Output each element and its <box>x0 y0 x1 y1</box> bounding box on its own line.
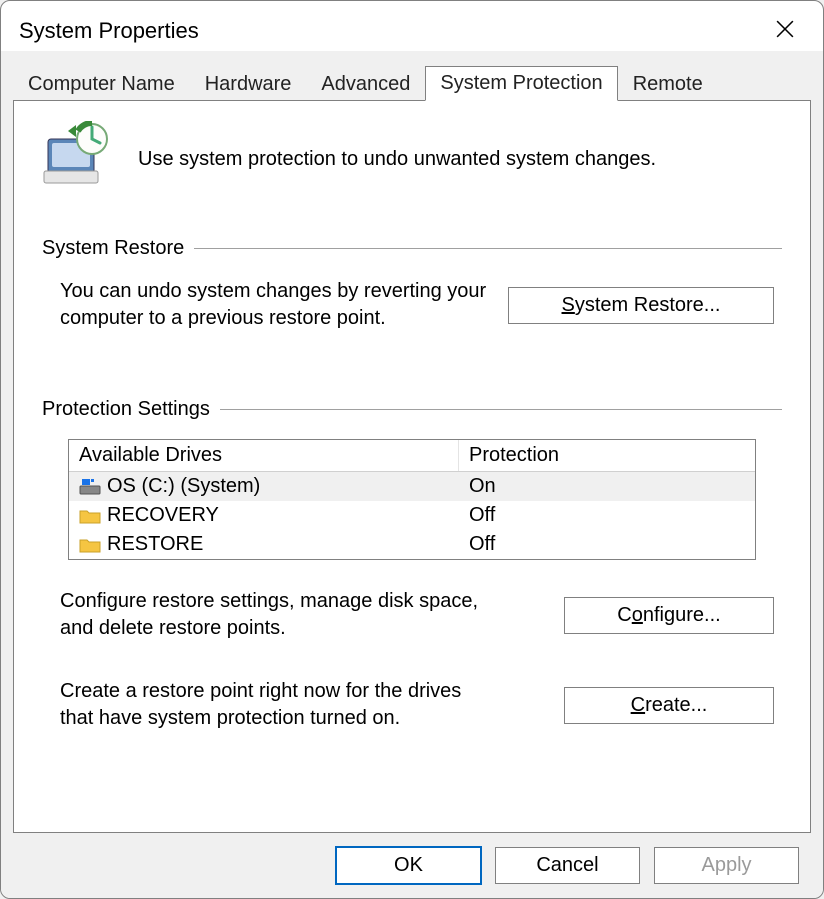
divider <box>220 409 782 410</box>
dialog-footer: OK Cancel Apply <box>13 833 811 884</box>
system-protection-panel: Use system protection to undo unwanted s… <box>13 100 811 833</box>
configure-description: Configure restore settings, manage disk … <box>60 588 490 642</box>
column-available-drives[interactable]: Available Drives <box>69 440 459 471</box>
intro-row: Use system protection to undo unwanted s… <box>42 121 782 197</box>
drive-status: Off <box>459 530 755 559</box>
section-title-protection: Protection Settings <box>42 398 210 421</box>
cancel-button[interactable]: Cancel <box>495 847 640 884</box>
tab-remote[interactable]: Remote <box>618 67 718 101</box>
drives-table[interactable]: Available Drives Protection OS (C:) (Sys… <box>68 439 756 560</box>
tab-computer-name[interactable]: Computer Name <box>13 67 190 101</box>
close-icon <box>776 20 794 43</box>
intro-text: Use system protection to undo unwanted s… <box>138 148 656 171</box>
section-protection-settings-header: Protection Settings <box>42 398 782 421</box>
close-button[interactable] <box>765 11 805 51</box>
drive-row-restore[interactable]: RESTORE Off <box>69 530 755 559</box>
configure-row: Configure restore settings, manage disk … <box>42 588 782 642</box>
system-restore-button[interactable]: System Restore... <box>508 287 774 324</box>
drive-status: Off <box>459 501 755 530</box>
section-title-restore: System Restore <box>42 237 184 260</box>
folder-icon <box>79 507 101 525</box>
folder-icon <box>79 536 101 554</box>
drive-name: OS (C:) (System) <box>107 475 260 498</box>
disk-drive-icon <box>79 478 101 496</box>
tab-hardware[interactable]: Hardware <box>190 67 307 101</box>
ok-button[interactable]: OK <box>336 847 481 884</box>
drive-name: RESTORE <box>107 533 203 556</box>
drive-status: On <box>459 472 755 501</box>
create-button[interactable]: Create... <box>564 687 774 724</box>
tab-system-protection[interactable]: System Protection <box>425 66 617 101</box>
apply-button[interactable]: Apply <box>654 847 799 884</box>
tab-advanced[interactable]: Advanced <box>306 67 425 101</box>
tab-strip: Computer Name Hardware Advanced System P… <box>13 65 811 100</box>
drives-header: Available Drives Protection <box>69 440 755 472</box>
drive-row-os[interactable]: OS (C:) (System) On <box>69 472 755 501</box>
titlebar: System Properties <box>1 1 823 51</box>
dialog-body: Computer Name Hardware Advanced System P… <box>1 51 823 898</box>
create-description: Create a restore point right now for the… <box>60 678 490 732</box>
configure-button[interactable]: Configure... <box>564 597 774 634</box>
system-properties-window: System Properties Computer Name Hardware… <box>0 0 824 899</box>
drive-name: RECOVERY <box>107 504 219 527</box>
system-restore-icon <box>42 121 114 197</box>
section-system-restore-header: System Restore <box>42 237 782 260</box>
drive-row-recovery[interactable]: RECOVERY Off <box>69 501 755 530</box>
window-title: System Properties <box>19 18 199 44</box>
divider <box>194 248 782 249</box>
column-protection[interactable]: Protection <box>459 440 755 471</box>
restore-description: You can undo system changes by reverting… <box>60 278 490 332</box>
restore-row: You can undo system changes by reverting… <box>42 278 782 332</box>
create-row: Create a restore point right now for the… <box>42 678 782 732</box>
